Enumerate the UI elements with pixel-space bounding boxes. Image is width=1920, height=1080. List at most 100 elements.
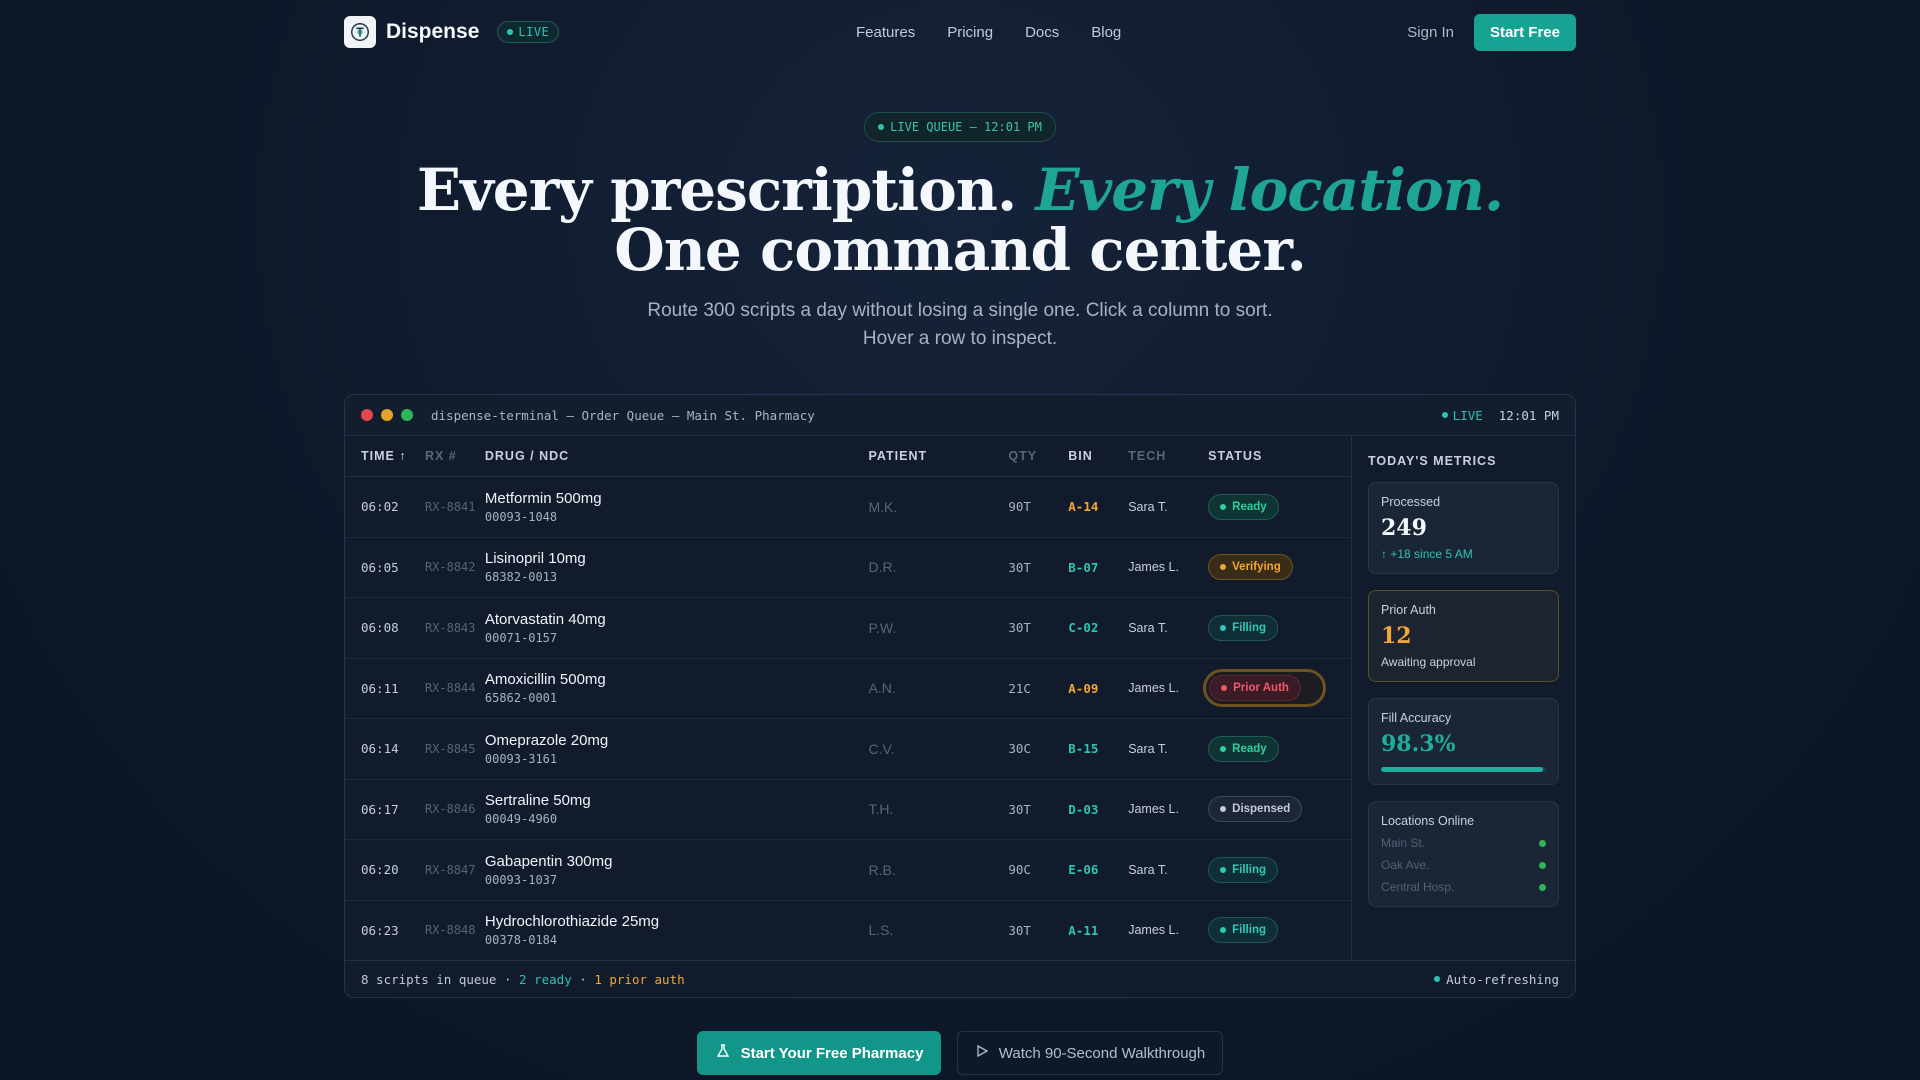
col-drug[interactable]: DRUG / NDC	[485, 449, 869, 463]
cell-drug: Hydrochlorothiazide 25mg 00378-0184	[485, 913, 869, 947]
cell-patient: L.S.	[868, 922, 894, 939]
col-status[interactable]: STATUS	[1208, 449, 1351, 463]
live-queue-pill: LIVE QUEUE — 12:01 PM	[864, 112, 1056, 142]
cell-status: Ready	[1208, 735, 1351, 762]
table-row[interactable]: 06:05 RX-8842 Lisinopril 10mg 68382-0013…	[345, 538, 1351, 598]
maximize-dot-icon[interactable]	[401, 409, 413, 421]
status-label: Ready	[1232, 500, 1267, 513]
hero-title-part2: One command center.	[614, 216, 1307, 284]
location-name: Central Hosp.	[1381, 880, 1455, 894]
minimize-dot-icon[interactable]	[381, 409, 393, 421]
cell-bin: A-09	[1068, 680, 1099, 696]
status-badge: Prior Auth	[1209, 675, 1301, 702]
cell-qty: 90C	[1008, 862, 1031, 878]
nav-link-features[interactable]: Features	[856, 24, 915, 41]
metrics-heading: TODAY'S METRICS	[1368, 454, 1497, 468]
cell-drug: Lisinopril 10mg 68382-0013	[485, 550, 869, 584]
fill-accuracy-bar-fill	[1381, 767, 1544, 772]
start-free-button[interactable]: Start Free	[1473, 13, 1576, 51]
cell-rx: RX-8848	[424, 923, 476, 938]
cell-qty: 30T	[1008, 559, 1031, 575]
drug-name: Metformin 500mg	[484, 489, 602, 507]
status-label: Dispensed	[1232, 803, 1291, 816]
sign-in-link[interactable]: Sign In	[1407, 24, 1454, 41]
status-label: Ready	[1232, 742, 1267, 755]
online-dot-icon	[1539, 839, 1546, 847]
table-row[interactable]: 06:11 RX-8844 Amoxicillin 500mg 65862-00…	[345, 659, 1351, 719]
logo[interactable]: Dispense LIVE	[344, 16, 560, 48]
logo-icon	[344, 16, 376, 48]
cell-time: 06:14	[361, 741, 399, 757]
table-header: TIME ↑ RX # DRUG / NDC PATIENT QTY BIN T…	[345, 436, 1351, 477]
ready-count: 2 ready	[519, 971, 572, 987]
cell-patient: C.V.	[868, 740, 895, 757]
cell-patient: M.K.	[868, 498, 898, 515]
drug-name: Sertraline 50mg	[484, 792, 591, 810]
cell-rx: RX-8845	[424, 741, 476, 756]
close-dot-icon[interactable]	[361, 409, 373, 421]
table-row[interactable]: 06:17 RX-8846 Sertraline 50mg 00049-4960…	[345, 780, 1351, 840]
nav-links: Features Pricing Docs Blog	[856, 24, 1121, 41]
drug-ndc: 00093-1048	[484, 509, 558, 524]
hero-subtitle: Route 300 scripts a day without losing a…	[647, 300, 1273, 349]
status-dot-icon	[1221, 685, 1228, 692]
status-badge: Filling	[1208, 917, 1278, 944]
table-row[interactable]: 06:02 RX-8841 Metformin 500mg 00093-1048…	[345, 477, 1351, 538]
prior-auth-value: 12	[1381, 623, 1412, 649]
table-row[interactable]: 06:20 RX-8847 Gabapentin 300mg 00093-103…	[345, 840, 1351, 901]
col-tech[interactable]: TECH	[1128, 449, 1208, 463]
col-time[interactable]: TIME ↑	[345, 449, 425, 463]
col-rx[interactable]: RX #	[425, 449, 485, 463]
drug-name: Atorvastatin 40mg	[484, 610, 606, 628]
cell-tech: Sara T.	[1128, 620, 1168, 635]
fill-accuracy-label: Fill Accuracy	[1381, 711, 1452, 725]
table-row[interactable]: 06:08 RX-8843 Atorvastatin 40mg 00071-01…	[345, 598, 1351, 659]
nav-link-docs[interactable]: Docs	[1025, 24, 1059, 41]
cell-qty: 21C	[1008, 680, 1031, 696]
location-item: Oak Ave.	[1381, 858, 1546, 872]
refresh-dot-icon	[1434, 976, 1441, 982]
cell-status: Filling	[1208, 614, 1351, 641]
cell-qty: 30T	[1008, 922, 1031, 938]
live-badge: LIVE	[497, 21, 560, 43]
online-dot-icon	[1539, 883, 1546, 891]
cell-tech: James L.	[1128, 681, 1179, 696]
live-dot-icon	[507, 29, 514, 35]
drug-ndc: 00093-1037	[484, 872, 558, 887]
cell-status: Dispensed	[1208, 796, 1351, 823]
fill-accuracy-bar	[1381, 767, 1546, 772]
table-row[interactable]: 06:23 RX-8848 Hydrochlorothiazide 25mg 0…	[345, 901, 1351, 961]
cell-time: 06:17	[361, 801, 399, 817]
hero-title-part1: Every prescription.	[416, 156, 1036, 224]
status-dot-icon	[1220, 927, 1227, 934]
table-row[interactable]: 06:14 RX-8845 Omeprazole 20mg 00093-3161…	[345, 719, 1351, 780]
prior-auth-label: Prior Auth	[1381, 603, 1436, 617]
hero-title-accent: Every location.	[1035, 156, 1504, 224]
col-qty[interactable]: QTY	[1008, 449, 1068, 463]
cell-bin: E-06	[1068, 862, 1099, 878]
status-badge: Ready	[1208, 493, 1279, 520]
cell-time: 06:05	[361, 559, 399, 575]
cell-patient: A.N.	[868, 680, 896, 697]
cell-bin: A-14	[1068, 499, 1099, 515]
cell-rx: RX-8844	[424, 681, 476, 696]
cta-group: Start Your Free Pharmacy Watch 90-Second…	[697, 1031, 1223, 1075]
window-controls	[361, 409, 413, 421]
cell-drug: Omeprazole 20mg 00093-3161	[485, 732, 869, 766]
cell-drug: Metformin 500mg 00093-1048	[485, 490, 869, 524]
live-queue-label: LIVE QUEUE — 12:01 PM	[890, 120, 1042, 134]
cell-drug: Atorvastatin 40mg 00071-0157	[485, 611, 869, 645]
table-body: 06:02 RX-8841 Metformin 500mg 00093-1048…	[345, 477, 1351, 961]
col-bin[interactable]: BIN	[1068, 449, 1128, 463]
watch-walkthrough-button[interactable]: Watch 90-Second Walkthrough	[957, 1031, 1223, 1075]
prior-auth-sub: Awaiting approval	[1381, 655, 1476, 669]
online-dot-icon	[1539, 861, 1546, 869]
cell-rx: RX-8846	[424, 802, 476, 817]
nav-link-pricing[interactable]: Pricing	[947, 24, 993, 41]
nav-link-blog[interactable]: Blog	[1091, 24, 1121, 41]
terminal-titlebar: dispense-terminal — Order Queue — Main S…	[345, 395, 1575, 436]
col-patient[interactable]: PATIENT	[868, 449, 1008, 463]
start-free-pharmacy-button[interactable]: Start Your Free Pharmacy	[697, 1031, 941, 1075]
status-badge: Filling	[1208, 614, 1278, 641]
status-badge: Ready	[1208, 735, 1279, 762]
